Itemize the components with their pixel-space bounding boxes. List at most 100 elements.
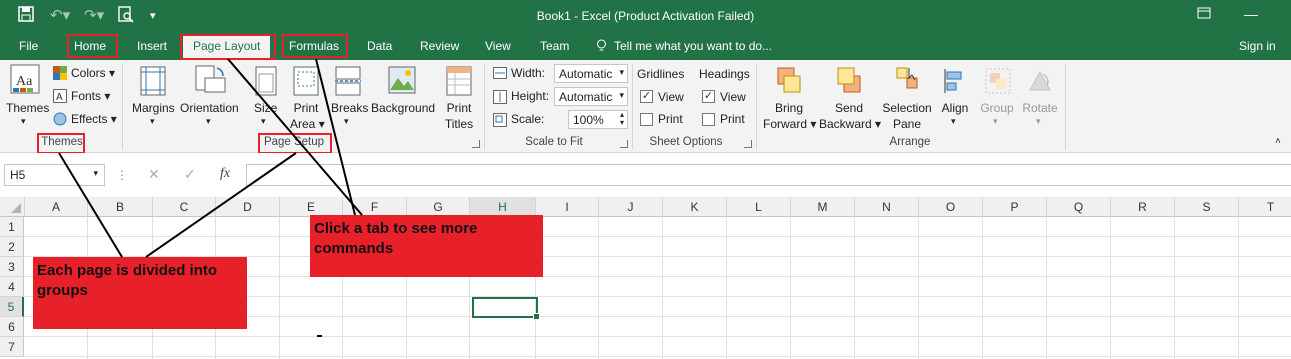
print-titles-label-2[interactable]: Titles	[444, 117, 474, 131]
column-header-q[interactable]: Q	[1047, 197, 1111, 217]
selection-pane-icon	[895, 66, 921, 97]
column-header-e[interactable]: E	[280, 197, 343, 217]
column-header-l[interactable]: L	[727, 197, 791, 217]
column-header-t[interactable]: T	[1239, 197, 1291, 217]
grid-vline	[1110, 217, 1111, 359]
tab-data[interactable]: Data	[367, 39, 392, 53]
cancel-icon[interactable]: ✕	[148, 166, 160, 183]
print-titles-label-1[interactable]: Print	[444, 101, 474, 115]
bring-forward-button[interactable]: Forward ▾	[763, 117, 816, 131]
height-select[interactable]: Automatic ▾	[554, 87, 628, 106]
minimize-icon[interactable]: —	[1244, 6, 1258, 22]
select-all-corner[interactable]	[0, 197, 25, 217]
width-value: Automatic	[559, 67, 613, 81]
scale-to-fit-launcher-icon[interactable]	[620, 140, 628, 148]
column-header-g[interactable]: G	[407, 197, 470, 217]
tab-team[interactable]: Team	[540, 39, 569, 53]
formula-input[interactable]	[246, 164, 1291, 186]
fonts-button[interactable]: Fonts ▾	[71, 89, 110, 103]
breaks-button[interactable]: Breaks	[331, 101, 368, 115]
column-header-p[interactable]: P	[983, 197, 1047, 217]
column-header-s[interactable]: S	[1175, 197, 1239, 217]
column-header-h[interactable]: H	[470, 197, 536, 217]
column-header-c[interactable]: C	[153, 197, 216, 217]
send-backward-label-1[interactable]: Send	[828, 101, 870, 115]
margins-dropdown-icon[interactable]: ▾	[150, 116, 155, 127]
row-header-7[interactable]: 7	[0, 337, 24, 357]
tab-file[interactable]: File	[19, 39, 38, 53]
tell-me-search[interactable]: Tell me what you want to do...	[614, 39, 772, 53]
headings-print-checkbox[interactable]	[702, 113, 715, 126]
send-backward-button[interactable]: Backward ▾	[819, 117, 881, 131]
headings-view-checkbox[interactable]: ✓	[702, 90, 715, 103]
chevron-down-icon[interactable]: ▾	[93, 168, 98, 179]
gridlines-print-checkbox[interactable]	[640, 113, 653, 126]
background-button[interactable]: Background	[371, 101, 435, 115]
row-header-4[interactable]: 4	[0, 277, 24, 297]
window-title: Book1 - Excel (Product Activation Failed…	[536, 9, 755, 23]
size-dropdown-icon[interactable]: ▾	[261, 116, 266, 127]
name-box[interactable]: H5 ▾	[4, 164, 105, 186]
size-button[interactable]: Size	[254, 101, 277, 115]
column-header-b[interactable]: B	[88, 197, 153, 217]
column-header-a[interactable]: A	[25, 197, 88, 217]
svg-text:A: A	[56, 92, 63, 103]
orientation-dropdown-icon[interactable]: ▾	[206, 116, 211, 127]
column-header-o[interactable]: O	[919, 197, 983, 217]
spinner-icon[interactable]: ▴ ▾	[620, 111, 624, 127]
row-header-2[interactable]: 2	[0, 237, 24, 257]
sign-in-link[interactable]: Sign in	[1239, 39, 1276, 53]
formula-bar-drag-icon[interactable]: ⋮	[116, 168, 128, 182]
fonts-icon: A	[53, 89, 67, 106]
print-area-button[interactable]: Area ▾	[290, 117, 325, 131]
column-header-r[interactable]: R	[1111, 197, 1175, 217]
selection-pane-label-1[interactable]: Selection	[882, 101, 932, 115]
grid-hline	[24, 236, 1291, 237]
column-header-d[interactable]: D	[216, 197, 280, 217]
column-header-j[interactable]: J	[599, 197, 663, 217]
themes-dropdown-icon[interactable]: ▾	[21, 116, 26, 127]
collapse-ribbon-icon[interactable]: ˄	[1275, 136, 1281, 147]
row-header-3[interactable]: 3	[0, 257, 24, 277]
tab-insert[interactable]: Insert	[137, 39, 167, 53]
grid-vline	[790, 217, 791, 359]
rotate-dropdown-icon[interactable]: ▾	[1036, 116, 1041, 127]
align-icon	[943, 68, 967, 97]
page-setup-launcher-icon[interactable]	[472, 140, 480, 148]
align-dropdown-icon[interactable]: ▾	[951, 116, 956, 127]
rotate-button[interactable]: Rotate	[1020, 101, 1060, 115]
chevron-down-icon: ▾	[619, 90, 624, 100]
column-header-f[interactable]: F	[343, 197, 407, 217]
selected-cell-h5[interactable]	[472, 297, 540, 320]
scale-input[interactable]: 100% ▴ ▾	[568, 110, 628, 129]
enter-icon[interactable]: ✓	[184, 166, 196, 183]
group-dropdown-icon[interactable]: ▾	[993, 116, 998, 127]
bring-forward-label-1[interactable]: Bring	[768, 101, 810, 115]
column-header-n[interactable]: N	[855, 197, 919, 217]
breaks-dropdown-icon[interactable]: ▾	[344, 116, 349, 127]
row-header-1[interactable]: 1	[0, 217, 24, 237]
ribbon-display-icon[interactable]	[1197, 6, 1211, 22]
gridlines-view-checkbox[interactable]: ✓	[640, 90, 653, 103]
group-button[interactable]: Group	[978, 101, 1016, 115]
selection-pane-label-2[interactable]: Pane	[882, 117, 932, 131]
tab-review[interactable]: Review	[420, 39, 459, 53]
themes-icon[interactable]: Aa	[10, 64, 40, 97]
column-header-k[interactable]: K	[663, 197, 727, 217]
themes-button[interactable]: Themes	[6, 101, 49, 115]
sheet-options-launcher-icon[interactable]	[744, 140, 752, 148]
width-select[interactable]: Automatic ▾	[554, 64, 628, 83]
insert-function-icon[interactable]: fx	[220, 166, 230, 182]
tab-view[interactable]: View	[485, 39, 511, 53]
colors-button[interactable]: Colors ▾	[71, 66, 115, 80]
row-header-5[interactable]: 5	[0, 297, 24, 317]
margins-button[interactable]: Margins	[132, 101, 175, 115]
ribbon: Aa Themes ▾ Colors ▾ A Fonts ▾ Effects ▾…	[0, 60, 1291, 153]
row-header-6[interactable]: 6	[0, 317, 24, 337]
column-header-m[interactable]: M	[791, 197, 855, 217]
effects-button[interactable]: Effects ▾	[71, 112, 117, 126]
column-header-i[interactable]: I	[536, 197, 599, 217]
align-button[interactable]: Align	[938, 101, 972, 115]
orientation-button[interactable]: Orientation	[180, 101, 239, 115]
print-area-label-1[interactable]: Print	[290, 101, 322, 115]
